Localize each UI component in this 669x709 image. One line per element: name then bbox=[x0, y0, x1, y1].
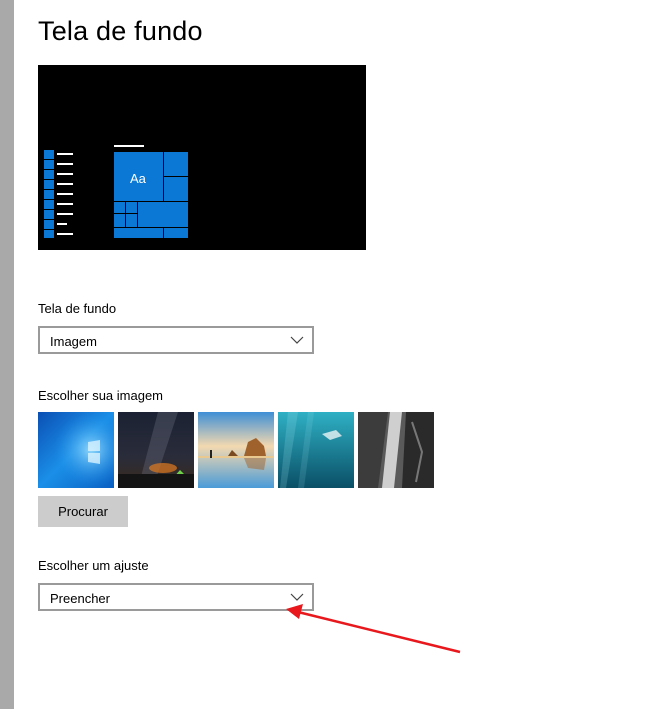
beach-icon bbox=[198, 412, 274, 488]
desktop-preview bbox=[38, 65, 366, 250]
thumbnail-beach-arch[interactable] bbox=[198, 412, 274, 488]
fit-label: Escolher um ajuste bbox=[38, 558, 149, 573]
thumbnail-rock-waterfall[interactable] bbox=[358, 412, 434, 488]
start-menu-column bbox=[44, 150, 54, 238]
preview-sample-text: Aa bbox=[130, 171, 146, 186]
windows-logo-wallpaper-icon bbox=[38, 412, 114, 488]
page-title: Tela de fundo bbox=[38, 16, 203, 46]
background-dropdown-value: Imagem bbox=[50, 334, 97, 349]
thumbnail-night-sky[interactable] bbox=[118, 412, 194, 488]
thumbnail-windows-blue[interactable] bbox=[38, 412, 114, 488]
rock-icon bbox=[358, 412, 434, 488]
sidebar-edge bbox=[0, 0, 14, 709]
underwater-icon bbox=[278, 412, 354, 488]
background-label: Tela de fundo bbox=[38, 301, 117, 316]
browse-button[interactable]: Procurar bbox=[38, 496, 128, 527]
night-sky-icon bbox=[118, 412, 194, 488]
fit-dropdown-value: Preencher bbox=[50, 591, 110, 606]
image-label: Escolher sua imagem bbox=[38, 388, 163, 403]
fit-dropdown[interactable]: Preencher bbox=[38, 583, 314, 611]
chevron-down-icon bbox=[290, 336, 304, 344]
chevron-down-icon bbox=[290, 593, 304, 601]
thumbnail-underwater[interactable] bbox=[278, 412, 354, 488]
background-dropdown[interactable]: Imagem bbox=[38, 326, 314, 354]
